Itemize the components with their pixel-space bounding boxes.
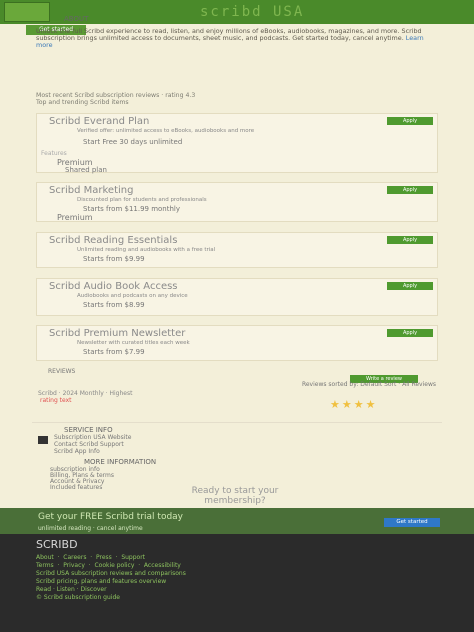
cta-text: Ready to start your membership? [120,486,350,506]
about-text: Unlock the full Scribd experience to rea… [36,28,436,49]
info-line[interactable]: Subscription USA Website [54,434,131,441]
apply-button[interactable]: Apply [387,236,433,244]
offer-meta: Audiobooks and podcasts on any device [77,293,188,299]
apply-button[interactable]: Apply [387,282,433,290]
rating-text: rating text [40,397,72,404]
info-line[interactable]: Scribd App Info [54,448,100,455]
offer-title: Scribd Audio Book Access [49,281,178,292]
site-logo[interactable] [4,2,50,22]
offer-meta: Discounted plan for students and profess… [77,197,207,203]
offer-title: Scribd Marketing [49,185,134,196]
offer-detail: Start Free 30 days unlimited [83,138,183,146]
site-title: scribd USA [200,4,305,20]
offer-meta: Verified offer: unlimited access to eBoo… [77,128,255,134]
offer-detail: Starts from $7.99 [83,348,145,356]
rating-stars: ★★★★ [330,398,378,411]
cta-line-2: membership? [204,496,266,506]
reviews-heading: REVIEWS [48,368,76,375]
about-body: Unlock the full Scribd experience to rea… [36,27,422,42]
service-info-heading: SERVICE INFO [64,426,113,434]
more-info-heading: MORE INFORMATION [84,458,157,466]
more-line[interactable]: Included features [50,484,102,491]
offer-detail: Starts from $8.99 [83,301,145,309]
apply-button[interactable]: Apply [387,186,433,194]
promo-sub: unlimited reading · cancel anytime [38,525,143,532]
offer-sub-3: Shared plan [65,166,107,174]
menu-icon [38,436,48,444]
offer-sub-2: Premium [57,213,93,222]
promo-text: Get your FREE Scribd trial today [38,512,184,522]
offer-title: Scribd Everand Plan [49,116,150,127]
breadcrumb-line-1[interactable]: Most recent Scribd subscription reviews … [36,92,436,99]
offer-card: Scribd Everand Plan Apply Verified offer… [36,113,438,174]
offer-card: Scribd Marketing Apply Discounted plan f… [36,182,438,222]
offer-detail: Starts from $11.99 monthly [83,205,181,213]
offer-meta: Newsletter with curated titles each week [77,340,190,346]
footer-heading: SCRIBD [36,538,78,551]
about-heading: ABOUT [64,15,89,23]
offer-meta: Unlimited reading and audiobooks with a … [77,247,216,253]
divider [32,422,442,423]
offer-detail: Starts from $9.99 [83,255,145,263]
info-line[interactable]: Contact Scribd Support [54,441,124,448]
apply-button[interactable]: Apply [387,329,433,337]
footer: SCRIBD About · Careers · Press · Support… [0,534,474,632]
cta-line-1: Ready to start your [191,486,279,496]
offer-card: Scribd Premium Newsletter Apply Newslett… [36,325,438,361]
footer-links[interactable]: About · Careers · Press · Support Terms … [36,554,186,602]
offer-sub-1: Features [41,150,67,157]
promo-button[interactable]: Get started [384,518,440,527]
review-row: Scribd · 2024 Monthly · Highest [38,390,133,397]
offer-card: Scribd Audio Book Access Apply Audiobook… [36,278,438,316]
review-sort[interactable]: Reviews sorted by: Default Sort · All Re… [200,381,436,388]
breadcrumb-line-2: Top and trending Scribd items [36,99,129,106]
offer-title: Scribd Premium Newsletter [49,328,186,339]
breadcrumb: Most recent Scribd subscription reviews … [36,92,436,106]
apply-button[interactable]: Apply [387,117,433,125]
offer-title: Scribd Reading Essentials [49,235,178,246]
promo-strip: Get your FREE Scribd trial today unlimit… [0,508,474,534]
offer-card: Scribd Reading Essentials Apply Unlimite… [36,232,438,268]
